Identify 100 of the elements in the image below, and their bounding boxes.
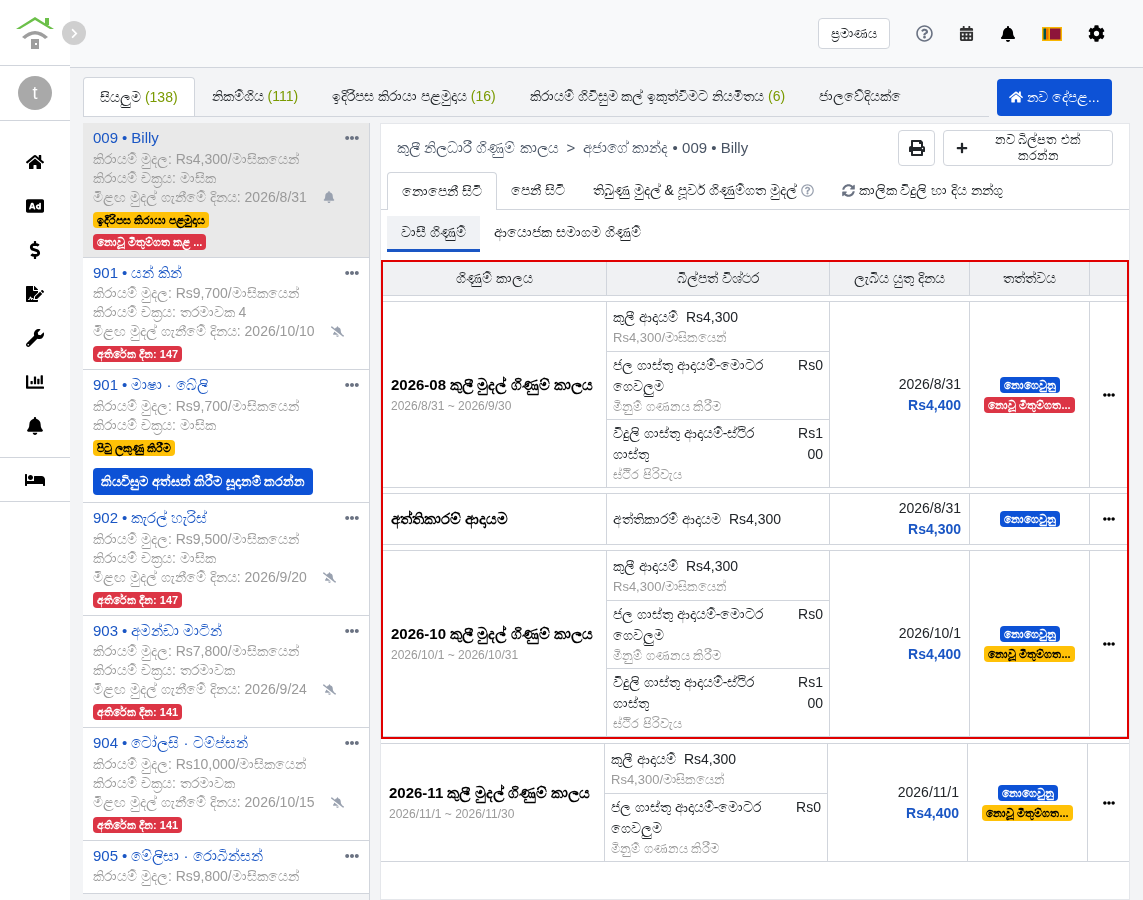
separator-dot: • — [122, 733, 128, 753]
cycle-text: කිරායම් චක්‍රය: මාසික — [93, 169, 216, 188]
amount-due: Rs4,400 — [908, 395, 961, 415]
status-badge: ඉදිරිපස කිරායා පළමුදාය — [93, 211, 210, 228]
bar-chart-icon[interactable] — [26, 373, 44, 391]
sub-tab[interactable]: වාසී ගිණුම් — [387, 216, 480, 252]
quantity-button[interactable]: ප්‍රමාණය — [818, 17, 890, 50]
column-header: ලැබිය යුතු දිනය — [830, 262, 970, 295]
tenant-name: කැරල් හැරිස් — [131, 508, 208, 529]
cycle-text: කිරායම් චක්‍රය: මාසික — [93, 549, 216, 568]
filter-tab[interactable]: ඉදිරිපස කිරායා පළමුදාය (16) — [315, 77, 513, 116]
period-title: 2026-08 කුලී මුදල් ගිණුම් කාලය — [391, 375, 594, 397]
bell-off-icon[interactable] — [330, 325, 344, 338]
bell-icon[interactable] — [1000, 25, 1016, 42]
due-date: 2026/8/31 — [898, 374, 961, 394]
tenant-card[interactable]: 905 • මේලිසා · රොබින්සන් කිරායම් මුදල: Rs9,800/මාසිකයෙන් — [83, 840, 369, 894]
bill-item-label: කුලී ආදායම් — [611, 749, 676, 770]
detail-tab[interactable]: තිබුණු මුදල් & පූර්ව ගිණුම්ගත මුදල් — [578, 172, 828, 209]
unit-number: 903 — [93, 620, 119, 641]
cycle-text: කිරායම් චක්‍රය: තරමාවක — [93, 774, 235, 793]
tenant-card[interactable]: 902 • කැරල් හැරිස් කිරායම් මුදල: Rs9,500/මාසිකයෙන් කිරායම් චක්‍රය: මාසික මීළඟ මුදල් ගැනීමේ දිනය: 2026/9/20 අතිරේක දින: 147 — [83, 503, 369, 616]
bell-off-icon[interactable] — [322, 683, 336, 696]
status-badge: නොගෙවුනු — [997, 784, 1058, 801]
breadcrumb-separator: > — [566, 137, 576, 158]
amount-due: Rs4,400 — [906, 803, 959, 823]
bill-item-note: මිනුම් ගණනය කිරීම — [613, 647, 722, 665]
status-badge: නොවූ මිතුම්ගත... — [984, 645, 1075, 662]
flag-icon[interactable] — [1042, 26, 1062, 41]
bill-item-amount: Rs4,300 — [685, 307, 739, 327]
print-icon — [908, 140, 925, 156]
breadcrumb-link[interactable]: කුලී නිලධාරී ගිණුම් කාලය — [397, 136, 559, 160]
bill-item-label: කුලී ආදායම් — [613, 307, 678, 328]
sub-tab[interactable]: ආයොජක සමාගම ගිණුම් — [479, 216, 655, 252]
bill-item-note: ස්ථිර පිරිවැය — [613, 466, 682, 484]
new-property-button[interactable]: නව දේපළ... — [997, 78, 1112, 116]
tenant-name: Billy — [131, 128, 159, 148]
document-sign-icon[interactable] — [26, 285, 44, 303]
detail-tab[interactable]: කාලික විදුලි හා දිය නන්ගු — [827, 172, 1018, 209]
bell-icon[interactable] — [26, 417, 44, 435]
separator-dot: • — [122, 262, 128, 283]
status-badge: නොගෙවුනු — [999, 625, 1060, 642]
status-badge: නොගෙවුනු — [999, 376, 1060, 393]
status-badge: අතිරේක දින: 147 — [93, 591, 183, 608]
cycle-text: කිරායම් චක්‍රය: මාසික — [93, 416, 216, 435]
house-icon — [1009, 90, 1023, 104]
rent-text: කිරායම් මුදල: Rs9,700/මාසිකයෙන් — [93, 284, 299, 303]
due-label: මීළඟ මුදල් ගැනීමේ දිනය: — [93, 680, 241, 699]
bill-item-amount: Rs100 — [797, 673, 823, 713]
tenant-name: අමන්ඩා මාටින් — [131, 620, 223, 642]
bell-off-icon[interactable] — [322, 570, 336, 584]
tenant-card[interactable]: 904 • ටෝලසි · ටම්ප්සන් කිරායම් මුදල: Rs10,000/මාසිකයෙන් කිරායම් චක්‍රය: තරමාවක මීළඟ මුදල් ගැනීමේ දිනය: 2026/10/15 අතිරේක දින: 141 — [83, 728, 369, 841]
wrench-icon[interactable] — [26, 329, 44, 347]
calendar-icon[interactable] — [959, 26, 974, 41]
home-icon[interactable] — [26, 153, 44, 171]
filter-tab[interactable]: ජාලවේදියක් ෙ — [802, 77, 926, 116]
rent-text: කිරායම් මුදල: Rs4,300/මාසිකයෙන් — [93, 149, 299, 169]
amount-due: Rs4,300 — [908, 520, 961, 539]
detail-tab[interactable]: නොපෙනී සිටි — [387, 172, 497, 210]
tenant-card[interactable]: 903 • අමන්ඩා මාටින් කිරායම් මුදල: Rs7,800/මාසිකයෙන් කිරායම් චක්‍රය: තරමාවක මීළඟ මුදල් ගැනීමේ දිනය: 2026/9/24 අතිරේක දින: 141 — [83, 615, 369, 728]
bill-item-amount: Rs4,300 — [683, 749, 737, 769]
status-badge: නොවූ මිතුම්ගත කළ ... — [93, 233, 207, 250]
rent-text: කිරායම් මුදල: Rs9,700/මාසිකයෙන් — [93, 396, 299, 416]
due-date: 2026/10/1 — [898, 623, 961, 643]
due-date: 2026/8/31 — [244, 187, 307, 207]
print-button[interactable] — [898, 130, 935, 166]
unit-number: 009 — [93, 128, 119, 148]
settings-icon[interactable] — [1088, 25, 1105, 42]
due-label: මීළඟ මුදල් ගැනීමේ දිනය: — [93, 793, 241, 812]
separator-dot: • — [122, 508, 128, 528]
bill-item-note: Rs4,300/මාසිකයෙන් — [611, 770, 726, 789]
bill-item-amount: Rs0 — [797, 356, 823, 375]
status-badge: නොවූ මිතුම්ගත... — [984, 396, 1075, 413]
separator-dot: • — [122, 620, 128, 641]
due-date: 2026/8/31 — [898, 499, 961, 518]
help-icon[interactable] — [916, 25, 933, 42]
status-badge: අතිරේක දින: 141 — [93, 816, 183, 833]
rent-text: කිරායම් මුදල: Rs9,500/මාසිකයෙන් — [93, 529, 299, 549]
bill-item-label: විදුලි ගාස්තු ආදායම්-ස්ථිර ගාස්තු — [613, 673, 756, 713]
filter-tab[interactable]: කිරායම් ගිවිසුම කල් ඉකුත්වීමට නියමිතය (6) — [512, 77, 803, 116]
ad-icon[interactable] — [26, 197, 44, 215]
bill-item-amount: Rs100 — [797, 424, 823, 464]
period-range: 2026/10/1 ~ 2026/10/31 — [391, 646, 520, 664]
prepare-lease-button[interactable]: කියවිසුම අත්සන් කිරීම සූදානම් කරන්න — [93, 467, 314, 495]
add-bill-button[interactable]: නව බිල්පත එක් කරන්න — [943, 130, 1113, 166]
bill-item-amount: Rs4,300 — [685, 556, 739, 576]
tenant-card[interactable]: 901 • යන් කින් කිරායම් මුදල: Rs9,700/මාසිකයෙන් කිරායම් චක්‍රය: තරමාවක 4 මීළඟ මුදල් ගැනීමේ දිනය: 2026/10/10 අතිරේක දින: 147 — [83, 257, 369, 370]
separator-dot: • — [122, 128, 128, 148]
filter-tab[interactable]: සියලුම (138) — [83, 77, 195, 116]
tenant-card[interactable]: 901 • මාෂා · බේලි කිරායම් මුදල: Rs9,700/මාසිකයෙන් කිරායම් චක්‍රය: මාසික පිටු ලකුණු කිරීම කියවිසුම අත්සන් කිරීම සූදානම් කරන්න — [83, 370, 369, 503]
separator-dot: • — [122, 845, 128, 866]
due-date: 2026/9/24 — [244, 680, 307, 699]
status-badge: නොගෙවුනු — [999, 511, 1060, 527]
bill-item-note: Rs4,300/මාසිකයෙන් — [613, 328, 728, 347]
bell-off-icon[interactable] — [330, 795, 344, 809]
filter-tab[interactable]: නිකම්ගිය (111) — [194, 77, 316, 116]
detail-tab[interactable]: පෙනී සිටි — [496, 172, 579, 209]
status-badge: අතිරේක දින: 141 — [93, 704, 183, 720]
bill-item-label: අත්තිකාරම් ආදායම — [613, 509, 721, 530]
bill-item-amount: Rs4,300 — [728, 509, 782, 529]
period-title: අත්තිකාරම් ආදායම — [391, 508, 510, 531]
